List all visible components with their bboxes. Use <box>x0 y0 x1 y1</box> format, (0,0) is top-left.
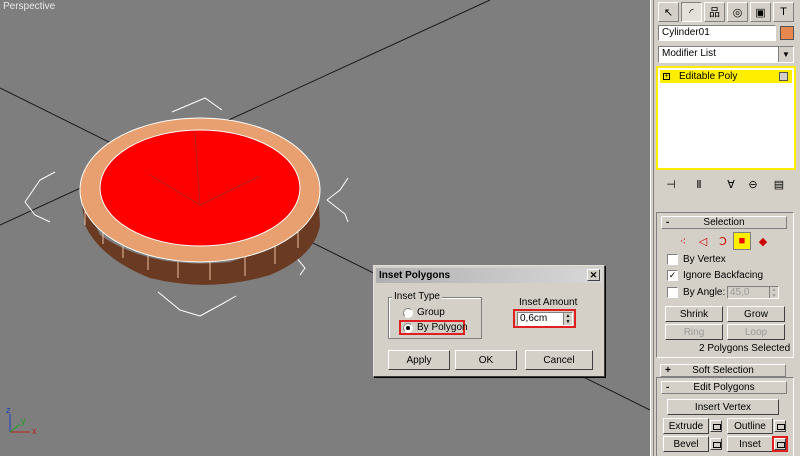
extrude-button[interactable]: Extrude <box>663 418 709 434</box>
axis-z-label: z <box>6 405 11 415</box>
close-icon[interactable]: ✕ <box>587 269 600 281</box>
selection-title: Selection <box>703 217 745 228</box>
hierarchy-icon[interactable]: 品 <box>704 2 725 22</box>
cancel-button[interactable]: Cancel <box>525 350 593 370</box>
outline-button[interactable]: Outline <box>727 418 773 434</box>
by-angle-spinner[interactable]: 45,0 ▲ ▼ <box>727 286 779 299</box>
bevel-button[interactable]: Bevel <box>663 436 709 452</box>
bevel-settings-icon[interactable] <box>710 438 722 450</box>
perspective-viewport[interactable]: Perspective x y z Inset Polygons ✕ Inset… <box>0 0 650 456</box>
inset-amount-label: Inset Amount <box>519 297 578 308</box>
soft-selection-title: Soft Selection <box>692 365 754 376</box>
by-vertex-checkbox[interactable] <box>667 254 678 265</box>
edit-polygons-rollout: - Edit Polygons Insert Vertex Extrude Ou… <box>656 377 794 456</box>
inset-polygons-dialog: Inset Polygons ✕ Inset Type Group By Pol… <box>373 265 605 377</box>
extrude-settings-icon[interactable] <box>710 420 722 432</box>
stack-item-label: Editable Poly <box>679 71 738 82</box>
utilities-icon[interactable]: T <box>773 2 794 22</box>
group-radio-label[interactable]: Group <box>417 307 445 318</box>
dialog-title: Inset Polygons <box>379 270 451 281</box>
by-polygon-radio[interactable] <box>403 323 413 333</box>
edge-icon[interactable]: ◁ <box>695 233 711 249</box>
group-radio[interactable] <box>403 308 413 318</box>
selection-rollout-header[interactable]: - Selection <box>661 216 787 229</box>
inset-amount-value: 0,6cm <box>520 313 548 324</box>
edit-polygons-rollout-header[interactable]: - Edit Polygons <box>661 381 787 394</box>
inset-button[interactable]: Inset <box>727 436 773 452</box>
ignore-backfacing-label[interactable]: Ignore Backfacing <box>683 270 763 281</box>
inset-type-label: Inset Type <box>392 291 442 302</box>
show-end-result-icon[interactable]: Ⅱ <box>692 176 706 192</box>
axis-y-label: y <box>21 416 26 426</box>
viewport-label[interactable]: Perspective <box>3 1 55 12</box>
vertex-icon[interactable]: ⁖ <box>675 233 691 249</box>
remove-modifier-icon[interactable]: ⊖ <box>746 176 760 192</box>
by-polygon-radio-label[interactable]: By Polygon <box>417 322 468 333</box>
ring-button[interactable]: Ring <box>665 324 723 340</box>
by-angle-label[interactable]: By Angle: <box>683 287 725 298</box>
command-panel-tabs: ↖ ◜ 品 ◎ ▣ T <box>658 2 796 22</box>
axis-x-label: x <box>32 426 37 436</box>
ignore-backfacing-checkbox[interactable]: ✓ <box>667 270 678 281</box>
grow-button[interactable]: Grow <box>727 306 785 322</box>
spinner-arrows-icon[interactable]: ▲ ▼ <box>563 313 572 325</box>
object-name-field[interactable]: Cylinder01 <box>658 25 776 41</box>
modifier-toggle-icon[interactable] <box>779 72 788 81</box>
insert-vertex-button[interactable]: Insert Vertex <box>667 399 779 415</box>
pin-stack-icon[interactable]: ⊣ <box>664 176 678 192</box>
chevron-down-icon[interactable]: ▼ <box>778 47 793 62</box>
create-icon[interactable]: ↖ <box>658 2 679 22</box>
modify-icon[interactable]: ◜ <box>681 2 702 22</box>
stack-tools: ⊣ Ⅱ ∀ ⊖ ▤ <box>658 176 794 194</box>
by-angle-checkbox[interactable] <box>667 287 678 298</box>
element-icon[interactable]: ◆ <box>755 233 771 249</box>
selected-polygon-face <box>99 129 301 247</box>
expand-icon: + <box>665 365 671 376</box>
modifier-list-label: Modifier List <box>662 48 716 59</box>
outline-settings-icon[interactable] <box>774 420 786 432</box>
collapse-icon: - <box>666 382 670 393</box>
object-color-swatch[interactable] <box>780 26 794 40</box>
make-unique-icon[interactable]: ∀ <box>724 176 738 192</box>
dialog-titlebar[interactable]: Inset Polygons ✕ <box>376 268 602 283</box>
axis-tripod <box>9 414 30 433</box>
motion-icon[interactable]: ◎ <box>727 2 748 22</box>
soft-selection-rollout-header[interactable]: + Soft Selection <box>660 364 786 377</box>
viewport-scene <box>0 0 650 433</box>
apply-button[interactable]: Apply <box>388 350 450 370</box>
edit-polygons-title: Edit Polygons <box>693 382 755 393</box>
command-panel: ↖ ◜ 品 ◎ ▣ T Cylinder01 Modifier List ▼ +… <box>654 0 800 456</box>
by-vertex-label[interactable]: By Vertex <box>683 254 726 265</box>
modifier-stack: + Editable Poly <box>656 66 796 170</box>
shrink-button[interactable]: Shrink <box>665 306 723 322</box>
configure-modifier-sets-icon[interactable]: ▤ <box>772 176 786 192</box>
modifier-list-dropdown[interactable]: Modifier List ▼ <box>658 46 794 63</box>
loop-button[interactable]: Loop <box>727 324 785 340</box>
stack-item-editable-poly[interactable]: + Editable Poly <box>660 70 792 83</box>
selection-status: 2 Polygons Selected <box>699 343 791 354</box>
ok-button[interactable]: OK <box>455 350 517 370</box>
display-icon[interactable]: ▣ <box>750 2 771 22</box>
inset-settings-icon[interactable] <box>772 436 788 452</box>
expand-icon[interactable]: + <box>663 73 670 80</box>
border-icon[interactable]: Ↄ <box>715 233 731 249</box>
spinner-arrows-icon[interactable]: ▲ ▼ <box>769 287 778 299</box>
selection-rollout: - Selection ⁖ ◁ Ↄ ■ ◆ By Vertex ✓ Ignore… <box>656 212 794 358</box>
collapse-icon: - <box>666 217 670 228</box>
inset-amount-spinner[interactable]: 0,6cm ▲ ▼ <box>517 312 573 326</box>
polygon-icon[interactable]: ■ <box>733 232 751 250</box>
by-angle-value: 45,0 <box>730 287 750 298</box>
